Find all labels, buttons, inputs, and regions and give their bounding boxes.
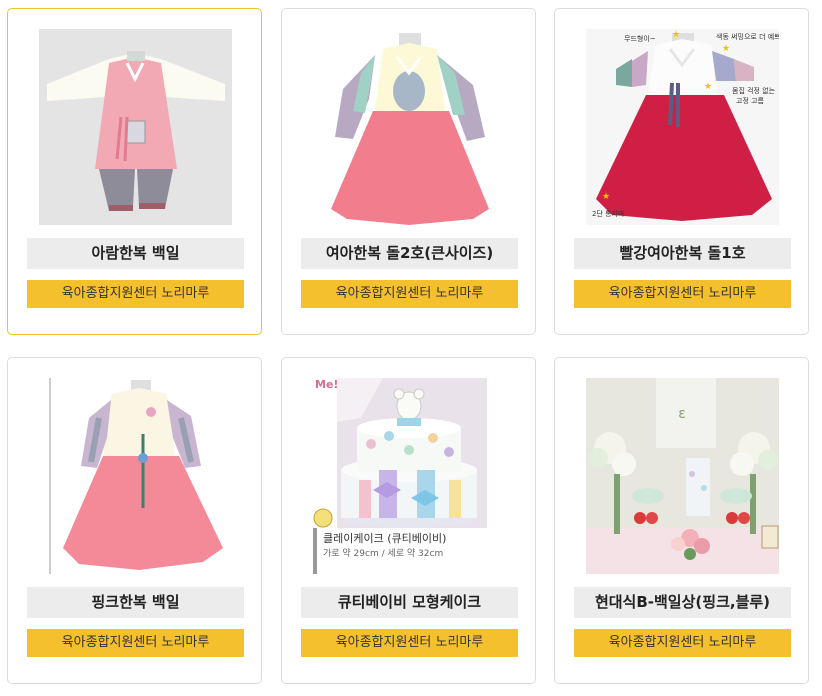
svg-text:ε: ε — [678, 406, 686, 422]
clay-cake-image[interactable]: Me! 클레이케이크 (큐티베이비) 가로 약 29cm / 세로 약 32cm — [313, 378, 506, 574]
hanbok-pink-baby-image[interactable] — [39, 378, 232, 574]
product-card[interactable]: 여아한복 돌2호(큰사이즈) 육아종합지원센터 노리마루 — [281, 8, 536, 335]
product-card[interactable]: Me! 클레이케이크 (큐티베이비) 가로 약 29cm / 세로 약 32cm… — [281, 357, 536, 684]
image-note: 무드형이~ — [624, 35, 656, 43]
hanbok-pink-girl-image[interactable] — [313, 29, 506, 225]
cake-caption-size: 가로 약 29cm / 세로 약 32cm — [323, 549, 444, 559]
image-note: 색동 써밍으로 더 예쁘게~ — [716, 33, 779, 41]
product-card[interactable]: ε 현대식B-백일상(핑크,블루) 육아종합지원센터 노리마루 — [554, 357, 809, 684]
hanbok-pink-boy-image[interactable] — [39, 29, 232, 225]
svg-text:★: ★ — [672, 30, 680, 40]
celebration-table-image[interactable]: ε — [586, 378, 779, 574]
center-tag: 육아종합지원센터 노리마루 — [27, 629, 244, 657]
svg-text:★: ★ — [704, 82, 712, 92]
image-note: 고정 고름 — [736, 97, 764, 105]
product-grid: 아람한복 백일 육아종합지원센터 노리마루 여아한복 돌2호(큰사이즈) 육아종… — [0, 0, 822, 696]
product-card[interactable]: ★ ★ ★ ★ 무드형이~ 색동 써밍으로 더 예쁘게~ 몸집 걱정 없는 고정… — [554, 8, 809, 335]
product-title[interactable]: 큐티베이비 모형케이크 — [301, 587, 518, 618]
product-title[interactable]: 여아한복 돌2호(큰사이즈) — [301, 238, 518, 269]
product-title[interactable]: 아람한복 백일 — [27, 238, 244, 269]
image-note: 몸집 걱정 없는 — [732, 87, 776, 95]
center-tag: 육아종합지원센터 노리마루 — [574, 629, 791, 657]
cake-caption-title: 클레이케이크 (큐티베이비) — [323, 532, 447, 545]
center-tag: 육아종합지원센터 노리마루 — [301, 280, 518, 308]
cake-sign: Me! — [315, 378, 339, 391]
product-title[interactable]: 현대식B-백일상(핑크,블루) — [574, 587, 791, 618]
center-tag: 육아종합지원센터 노리마루 — [574, 280, 791, 308]
svg-text:★: ★ — [722, 44, 730, 54]
center-tag: 육아종합지원센터 노리마루 — [27, 280, 244, 308]
hanbok-red-girl-image[interactable]: ★ ★ ★ ★ 무드형이~ 색동 써밍으로 더 예쁘게~ 몸집 걱정 없는 고정… — [586, 29, 779, 225]
svg-text:★: ★ — [602, 192, 610, 202]
product-title[interactable]: 빨강여아한복 돌1호 — [574, 238, 791, 269]
product-title[interactable]: 핑크한복 백일 — [27, 587, 244, 618]
center-tag: 육아종합지원센터 노리마루 — [301, 629, 518, 657]
cake-caption: 클레이케이크 (큐티베이비) 가로 약 29cm / 세로 약 32cm — [313, 528, 461, 574]
image-note: 2단 통치마 — [592, 210, 625, 218]
product-card[interactable]: 아람한복 백일 육아종합지원센터 노리마루 — [7, 8, 262, 335]
product-card[interactable]: 핑크한복 백일 육아종합지원센터 노리마루 — [7, 357, 262, 684]
